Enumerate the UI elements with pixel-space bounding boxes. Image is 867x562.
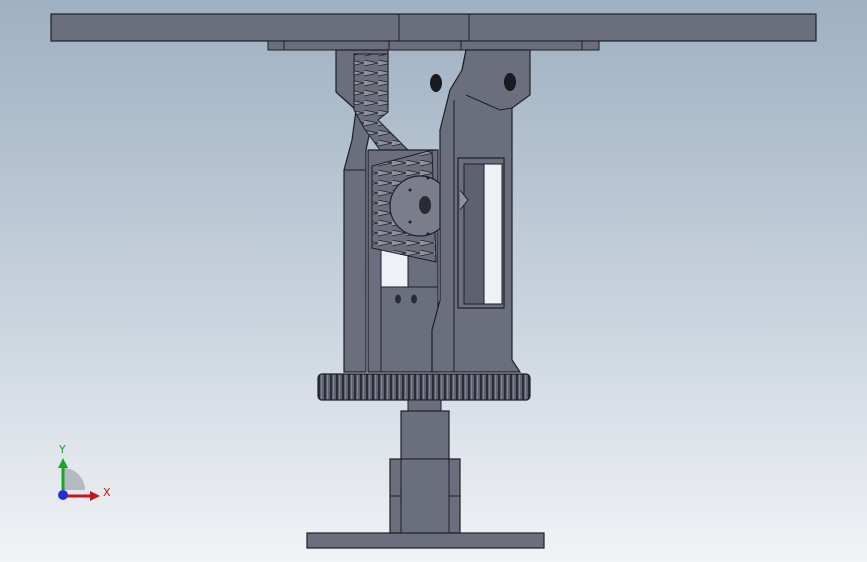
- x-axis-arrow-icon: [63, 491, 100, 501]
- bolt-hole: [395, 294, 401, 304]
- right-arm-bracket[interactable]: [430, 49, 531, 373]
- top-plate[interactable]: [50, 13, 817, 42]
- base-plate[interactable]: [306, 532, 545, 549]
- x-axis-label: X: [103, 486, 111, 499]
- bolt-hole: [411, 294, 417, 304]
- top-plate-flange[interactable]: [267, 40, 600, 51]
- y-axis-label: Y: [59, 443, 66, 456]
- z-axis-dot-icon: [58, 490, 68, 500]
- shaft-collar[interactable]: [407, 399, 442, 412]
- knurled-ring[interactable]: [317, 373, 531, 401]
- graphics-viewport[interactable]: Y X: [0, 0, 867, 562]
- reference-triad[interactable]: Y X: [48, 440, 118, 510]
- shaft-housing[interactable]: [389, 458, 461, 534]
- pivot-hole: [430, 74, 442, 92]
- cad-model-view[interactable]: [0, 0, 867, 562]
- pivot-hole: [504, 73, 516, 91]
- gear-shaft-hole: [419, 196, 431, 214]
- housing-window: [380, 249, 409, 288]
- slot-window: [483, 163, 503, 305]
